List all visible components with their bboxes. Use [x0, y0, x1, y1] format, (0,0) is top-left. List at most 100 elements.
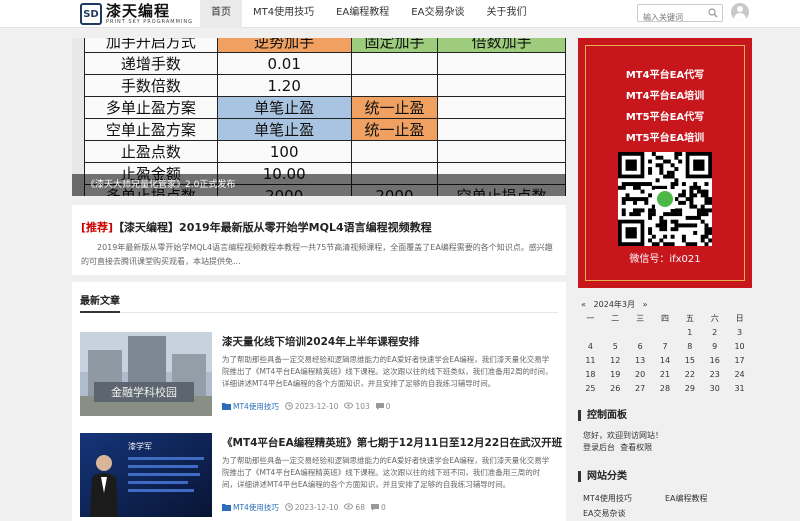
- promo-line: MT4平台EA培训: [625, 91, 705, 102]
- nav-home[interactable]: 首页: [200, 0, 242, 28]
- article-category[interactable]: MT4使用技巧: [233, 502, 279, 513]
- calendar-day[interactable]: 30: [702, 382, 727, 396]
- promo-line: MT4平台EA代写: [625, 70, 705, 81]
- sheet-row: 递增手数 0.01: [84, 52, 566, 75]
- permission-link[interactable]: 查看权限: [620, 443, 652, 452]
- sheet-cell: [437, 140, 566, 163]
- promo-line: MT5平台EA代写: [625, 112, 705, 123]
- calendar-day[interactable]: 21: [653, 368, 678, 382]
- calendar-day[interactable]: 8: [677, 340, 702, 354]
- calendar-day[interactable]: 14: [653, 354, 678, 368]
- sheet-cell: 固定加手: [350, 38, 439, 53]
- calendar-day[interactable]: 2: [702, 326, 727, 340]
- calendar-grid: 一二三四五六日 1 2 3 4 5 6 7 8 9 10 11 12 13 14 15 16 17 18 19 20 21…: [578, 312, 752, 396]
- sheet-cell: [437, 118, 566, 141]
- calendar-day[interactable]: 22: [677, 368, 702, 382]
- article-meta: MT4使用技巧 2023-12-10 68 0: [222, 502, 392, 513]
- featured-description: 2019年最新版从零开始学MQL4语言编程视频教程本教程一共75节高清视频课程，…: [81, 243, 553, 266]
- calendar-day[interactable]: 17: [727, 354, 752, 368]
- control-panel-title: 控制面板: [578, 410, 627, 421]
- slider-caption[interactable]: 《漆天大师兄量化管家》2.0正式发布: [72, 174, 566, 196]
- calendar-day[interactable]: 19: [603, 368, 628, 382]
- sheet-cell: 逆势加手: [216, 38, 352, 53]
- sheet-cell: 100: [216, 140, 352, 163]
- calendar-day[interactable]: 20: [628, 368, 653, 382]
- categories-title: 网站分类: [578, 471, 627, 482]
- calendar-prev[interactable]: «: [581, 300, 586, 309]
- calendar-day[interactable]: 9: [702, 340, 727, 354]
- nav-about[interactable]: 关于我们: [475, 0, 537, 28]
- calendar-day[interactable]: 28: [653, 382, 678, 396]
- calendar-day[interactable]: 13: [628, 354, 653, 368]
- calendar-day[interactable]: 29: [677, 382, 702, 396]
- sheet-cell: 加手开启方式: [84, 38, 218, 53]
- latest-heading: 最新文章: [80, 296, 120, 307]
- divider: [80, 312, 558, 313]
- control-panel: 您好，欢迎到访网站！ 登录后台 查看权限: [583, 430, 663, 454]
- clock-icon: [284, 502, 293, 513]
- category-link[interactable]: EA编程教程: [665, 493, 708, 504]
- calendar-day[interactable]: 23: [702, 368, 727, 382]
- wechat-icon: [657, 191, 673, 207]
- article-category[interactable]: MT4使用技巧: [233, 401, 279, 412]
- sheet-cell: 手数倍数: [84, 74, 218, 97]
- site-logo[interactable]: SD 漆天编程 PRINT SKY PROGRAMMING: [80, 2, 193, 26]
- calendar-day[interactable]: 3: [727, 326, 752, 340]
- comment-icon: [375, 402, 384, 412]
- heading-underline: [80, 311, 120, 313]
- calendar-weekday: 一: [586, 314, 595, 323]
- search-input[interactable]: [638, 9, 706, 26]
- calendar-day[interactable]: 7: [653, 340, 678, 354]
- calendar-day[interactable]: 11: [578, 354, 603, 368]
- calendar-day[interactable]: 31: [727, 382, 752, 396]
- sheet-row: 空单止盈方案 单笔止盈 统一止盈: [84, 118, 566, 141]
- logo-subtitle: PRINT SKY PROGRAMMING: [106, 18, 193, 25]
- nav-mt4-tips[interactable]: MT4使用技巧: [242, 0, 325, 28]
- slider-image-spreadsheet: 加手开启方式 逆势加手 固定加手 倍数加手 递增手数 0.01 手数倍数 1.20 多单止盈方案…: [84, 38, 566, 196]
- calendar-day[interactable]: 26: [603, 382, 628, 396]
- calendar-day[interactable]: 18: [578, 368, 603, 382]
- wechat-qr-code: [618, 152, 712, 246]
- sheet-cell: 单笔止盈: [216, 96, 352, 119]
- calendar-day[interactable]: 10: [727, 340, 752, 354]
- article-thumbnail[interactable]: 漆学军: [80, 433, 212, 517]
- article-title[interactable]: 《MT4平台EA编程精英班》第七期于12月11日至12月22日在武汉开班: [222, 435, 562, 450]
- hero-slider[interactable]: 加手开启方式 逆势加手 固定加手 倍数加手 递增手数 0.01 手数倍数 1.20 多单止盈方案…: [72, 38, 566, 196]
- sheet-cell: 止盈点数: [84, 140, 218, 163]
- calendar-day: [628, 326, 653, 340]
- nav-ea-talk[interactable]: EA交易杂谈: [400, 0, 475, 28]
- thumbnail-text: 金融学科校园: [111, 385, 177, 399]
- category-link[interactable]: MT4使用技巧: [583, 493, 632, 504]
- calendar-day[interactable]: 27: [628, 382, 653, 396]
- sheet-row: 止盈点数 100: [84, 140, 566, 163]
- category-link[interactable]: EA交易杂谈: [583, 508, 626, 519]
- calendar-day[interactable]: 5: [603, 340, 628, 354]
- calendar-next[interactable]: »: [643, 300, 648, 309]
- sheet-row: 手数倍数 1.20: [84, 74, 566, 97]
- calendar-day[interactable]: 6: [628, 340, 653, 354]
- sheet-cell: 统一止盈: [350, 96, 439, 119]
- calendar-day[interactable]: 25: [578, 382, 603, 396]
- calendar: « 2024年3月 » 一二三四五六日 1 2 3 4 5 6 7 8 9 10 11 12 13 14 15…: [578, 298, 752, 396]
- article-thumbnail[interactable]: 金融学科校园: [80, 332, 212, 416]
- nav-ea-tutorial[interactable]: EA编程教程: [325, 0, 400, 28]
- calendar-day[interactable]: 1: [677, 326, 702, 340]
- calendar-day[interactable]: 4: [578, 340, 603, 354]
- article-date: 2023-12-10: [294, 402, 339, 411]
- featured-title[interactable]: [推荐]【漆天编程】2019年最新版从零开始学MQL4语言编程视频教程: [81, 219, 432, 235]
- calendar-day[interactable]: 12: [603, 354, 628, 368]
- article-title[interactable]: 漆天量化线下培训2024年上半年课程安排: [222, 334, 419, 349]
- featured-post: [推荐]【漆天编程】2019年最新版从零开始学MQL4语言编程视频教程 2019…: [72, 205, 566, 275]
- calendar-day[interactable]: 24: [727, 368, 752, 382]
- user-avatar-icon[interactable]: [731, 3, 749, 21]
- eye-icon: [344, 503, 354, 512]
- search-icon[interactable]: [708, 8, 718, 18]
- calendar-day[interactable]: 15: [677, 354, 702, 368]
- article-excerpt: 为了帮助那些具备一定交易经验和逻辑思维能力的EA爱好者快速学会EA编程，我们漆天…: [222, 456, 550, 489]
- calendar-weekday: 二: [611, 314, 620, 323]
- login-link[interactable]: 登录后台: [583, 443, 615, 452]
- promo-banner[interactable]: MT4平台EA代写 MT4平台EA培训 MT5平台EA代写 MT5平台EA培训 …: [578, 38, 752, 288]
- folder-icon: [222, 503, 231, 513]
- calendar-day[interactable]: 16: [702, 354, 727, 368]
- control-greeting: 您好，欢迎到访网站！: [583, 431, 663, 440]
